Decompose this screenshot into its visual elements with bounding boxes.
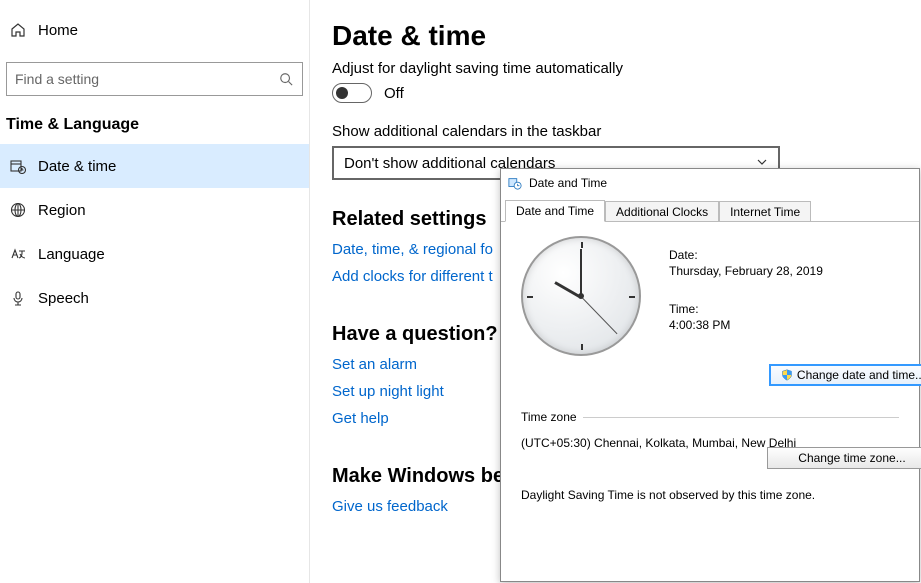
- tab-date-and-time[interactable]: Date and Time: [505, 200, 605, 222]
- link-add-clocks[interactable]: Add clocks for different t: [332, 268, 493, 285]
- sidebar-item-label: Date & time: [38, 158, 116, 175]
- shield-icon: [781, 369, 793, 381]
- sidebar-item-label: Speech: [38, 290, 89, 307]
- change-date-time-button[interactable]: Change date and time...: [769, 364, 921, 386]
- dst-note: Daylight Saving Time is not observed by …: [521, 488, 899, 502]
- sidebar-item-speech[interactable]: Speech: [0, 276, 309, 320]
- tab-internet-time[interactable]: Internet Time: [719, 201, 811, 222]
- link-night-light[interactable]: Set up night light: [332, 383, 444, 400]
- change-time-zone-button[interactable]: Change time zone...: [767, 447, 921, 469]
- page-title: Date & time: [332, 20, 921, 52]
- dst-state: Off: [384, 85, 404, 102]
- dialog-title-text: Date and Time: [529, 176, 607, 190]
- nav-home-label: Home: [38, 22, 78, 39]
- sidebar-item-label: Language: [38, 246, 105, 263]
- sidebar-section-title: Time & Language: [6, 116, 309, 134]
- link-feedback[interactable]: Give us feedback: [332, 498, 448, 515]
- sidebar-item-label: Region: [38, 202, 86, 219]
- tab-panel-date-time: Date: Thursday, February 28, 2019 Time: …: [501, 221, 919, 516]
- date-time-dialog: Date and Time Date and Time Additional C…: [500, 168, 920, 582]
- change-date-time-label: Change date and time...: [797, 368, 921, 382]
- dst-toggle[interactable]: [332, 83, 372, 103]
- clock-calendar-icon: [507, 175, 523, 191]
- calendar-clock-icon: [10, 158, 26, 174]
- timezone-heading: Time zone: [521, 410, 577, 424]
- microphone-icon: [10, 290, 26, 306]
- toggle-knob: [336, 87, 348, 99]
- link-regional-format[interactable]: Date, time, & regional fo: [332, 241, 493, 258]
- globe-icon: [10, 202, 26, 218]
- sidebar-item-date-time[interactable]: Date & time: [0, 144, 309, 188]
- language-icon: [10, 246, 26, 262]
- time-value: 4:00:38 PM: [669, 318, 823, 332]
- tab-additional-clocks[interactable]: Additional Clocks: [605, 201, 719, 222]
- dialog-tabs: Date and Time Additional Clocks Internet…: [501, 197, 919, 221]
- sidebar-item-language[interactable]: Language: [0, 232, 309, 276]
- dst-label: Adjust for daylight saving time automati…: [332, 60, 921, 77]
- link-set-alarm[interactable]: Set an alarm: [332, 356, 417, 373]
- nav-home[interactable]: Home: [0, 10, 309, 50]
- search-icon: [278, 71, 294, 87]
- calendars-label: Show additional calendars in the taskbar: [332, 123, 921, 140]
- date-value: Thursday, February 28, 2019: [669, 264, 823, 278]
- date-label: Date:: [669, 248, 823, 262]
- sidebar-item-region[interactable]: Region: [0, 188, 309, 232]
- analog-clock: [521, 236, 641, 356]
- change-time-zone-label: Change time zone...: [798, 451, 905, 465]
- settings-sidebar: Home Time & Language Date & time Region: [0, 0, 310, 583]
- search-settings[interactable]: [6, 62, 303, 96]
- search-input[interactable]: [15, 71, 278, 87]
- divider: [583, 417, 899, 418]
- dialog-titlebar[interactable]: Date and Time: [501, 169, 919, 197]
- link-get-help[interactable]: Get help: [332, 410, 389, 427]
- home-icon: [10, 22, 26, 38]
- time-label: Time:: [669, 302, 823, 316]
